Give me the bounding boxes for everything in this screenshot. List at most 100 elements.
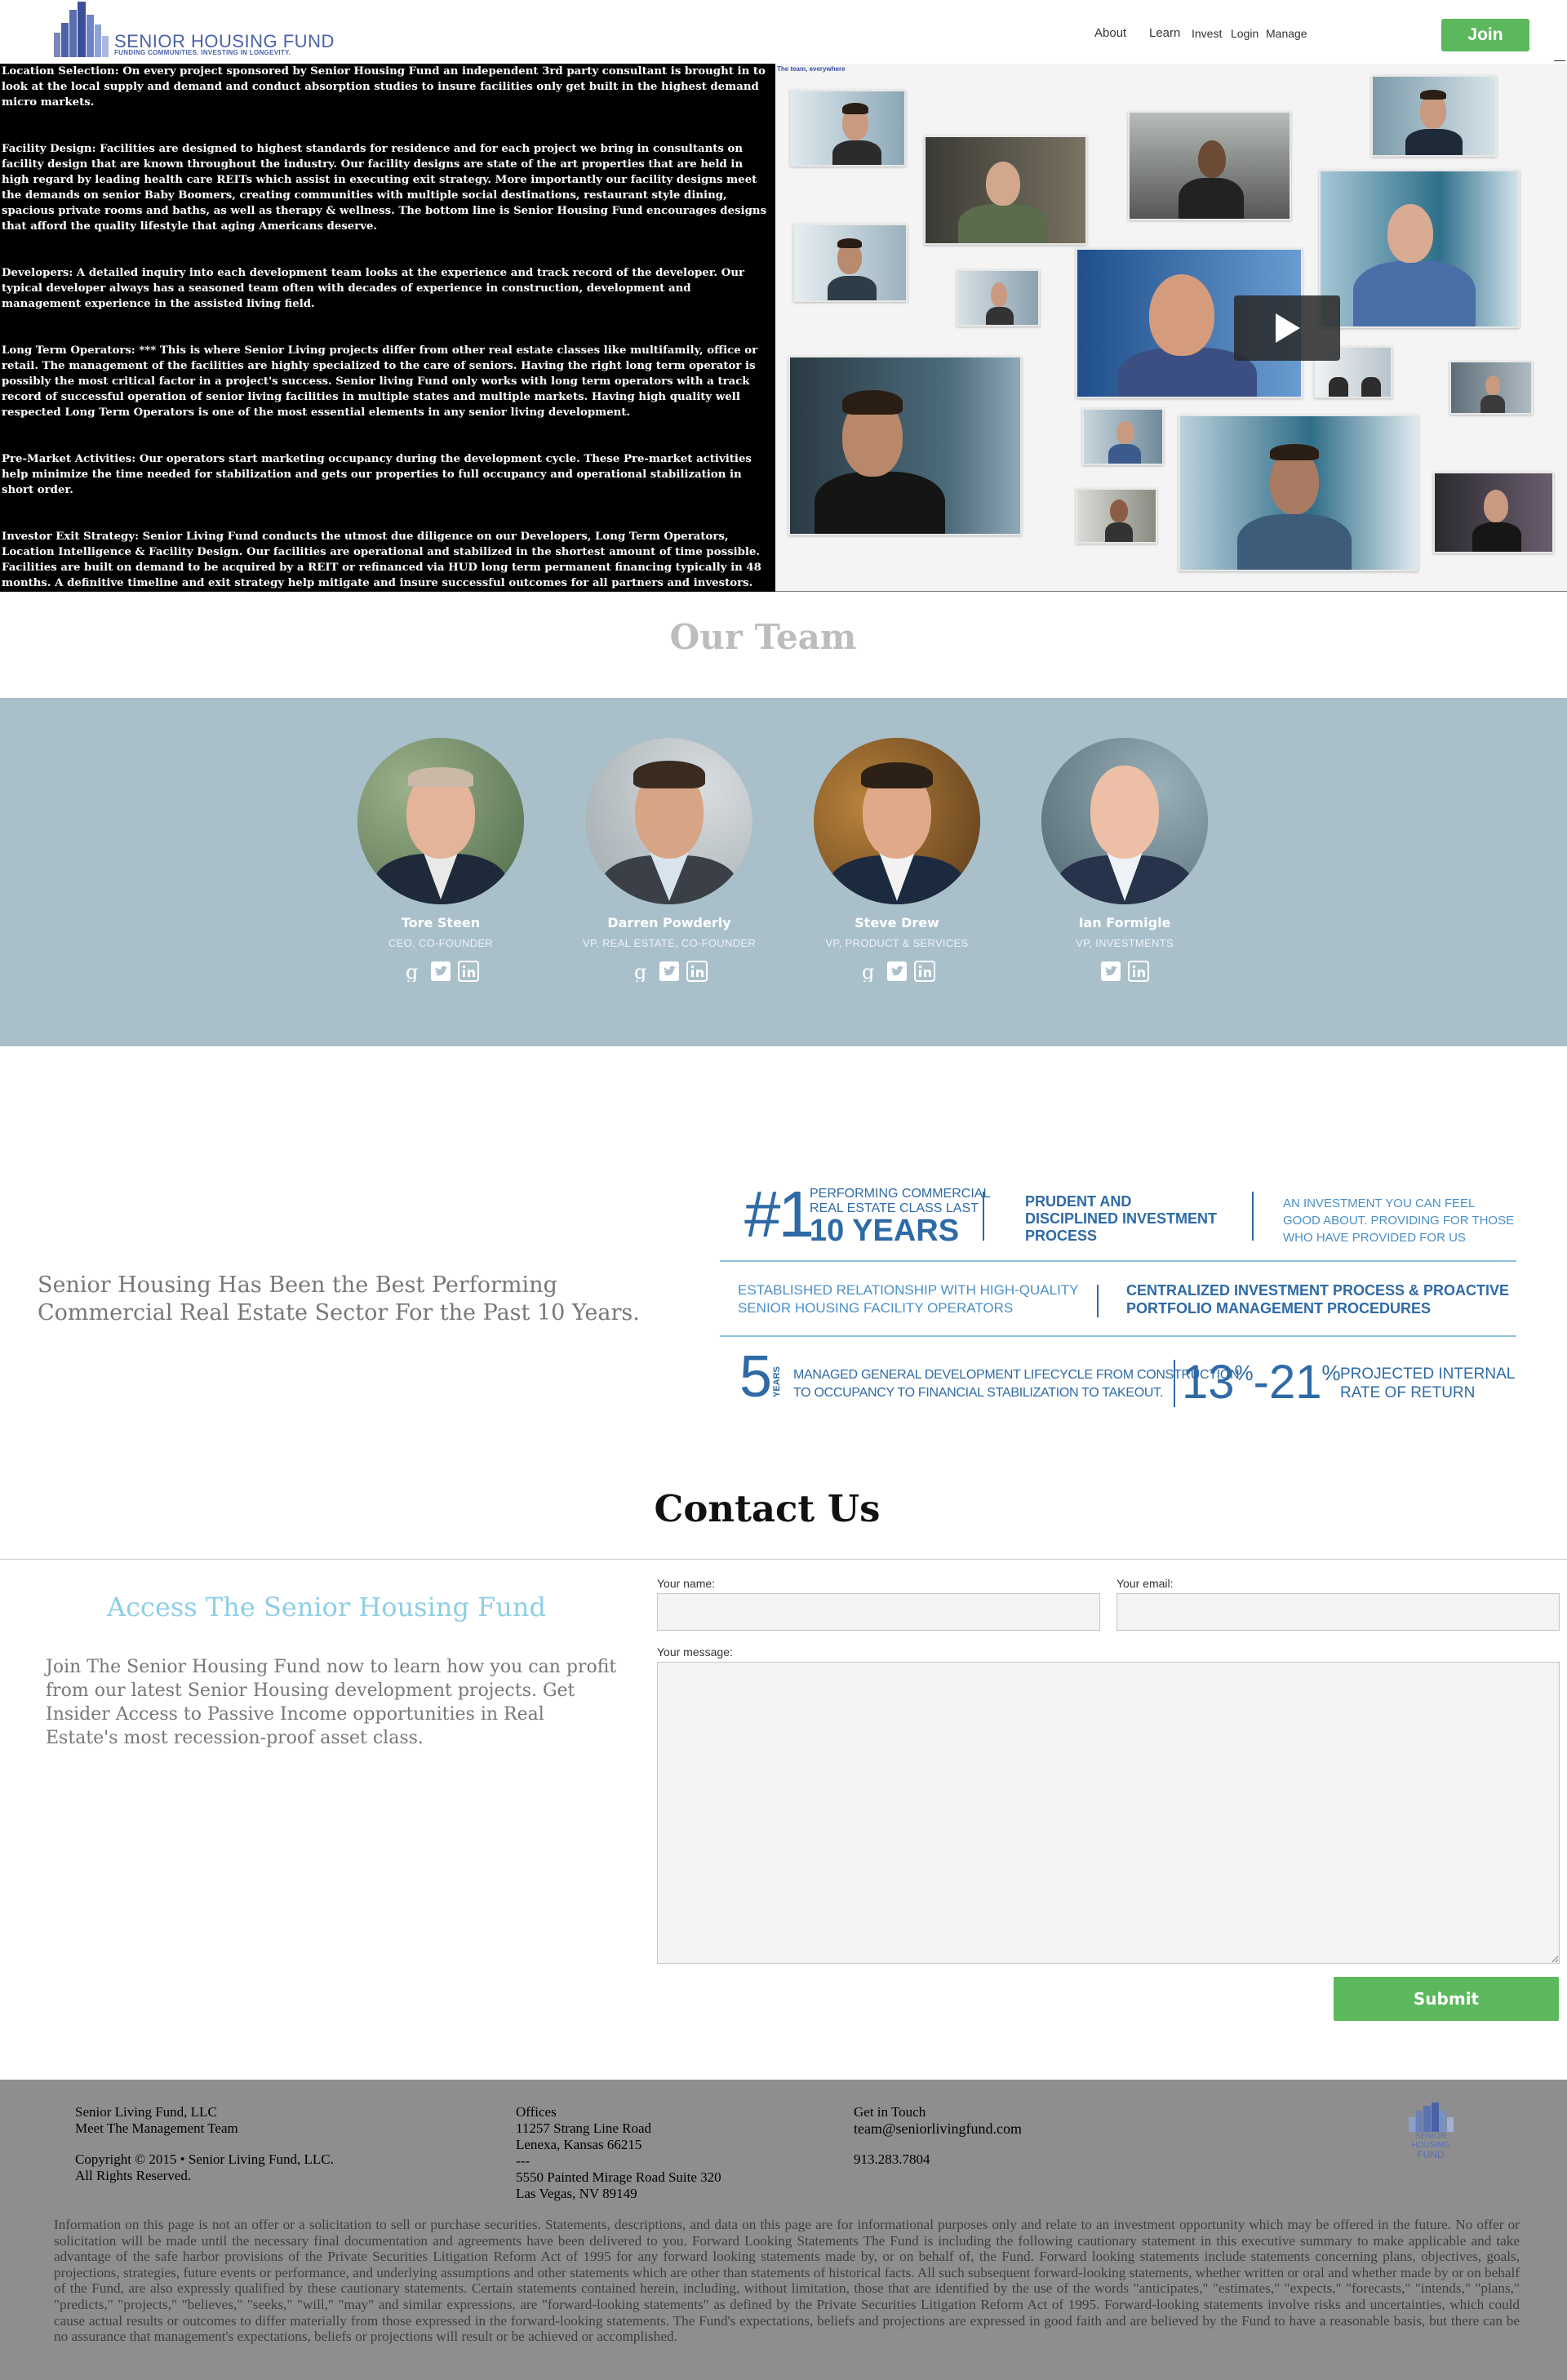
video-thumbnail: [924, 135, 1087, 245]
twitter-icon[interactable]: [886, 961, 908, 982]
lifecycle-line-2: TO OCCUPANCY TO FINANCIAL STABILIZATION …: [793, 1386, 1163, 1400]
video-thumbnail: [1433, 472, 1554, 553]
stat-divider: [1097, 1285, 1099, 1317]
member-socials: g: [563, 961, 775, 985]
footer-office-separator: ---: [516, 2153, 530, 2169]
rank-line-1: PERFORMING COMMERCIAL: [810, 1187, 991, 1201]
video-thumbnail: [793, 224, 908, 302]
info-location: Location Selection: On every project spo…: [2, 65, 766, 109]
nav-learn[interactable]: Learn: [1149, 26, 1180, 40]
feel-good-line-3: WHO HAVE PROVIDED FOR US: [1283, 1231, 1466, 1245]
google-icon[interactable]: g: [631, 961, 652, 982]
info-developers: Developers: A detailed inquiry into each…: [2, 267, 745, 310]
name-label: Your name:: [657, 1577, 716, 1590]
info-panel: Location Selection: On every project spo…: [0, 64, 775, 592]
message-label: Your message:: [657, 1645, 733, 1658]
team-title: Our Team: [669, 617, 857, 657]
irr-label-2: RATE OF RETURN: [1340, 1384, 1476, 1401]
svg-text:g: g: [862, 961, 874, 982]
play-icon: [1276, 313, 1300, 343]
access-body: Join The Senior Housing Fund now to lear…: [46, 1657, 617, 1748]
irr-pct: %: [1321, 1361, 1341, 1385]
linkedin-icon[interactable]: [458, 961, 479, 982]
prudent-line-2: DISCIPLINED INVESTMENT: [1025, 1210, 1218, 1227]
nav-manage[interactable]: Manage: [1266, 27, 1307, 40]
irr-label-1: PROJECTED INTERNAL: [1340, 1365, 1516, 1383]
google-icon[interactable]: g: [402, 961, 424, 982]
stat-divider: [1174, 1360, 1175, 1407]
five-years-label: YEARS: [772, 1366, 782, 1397]
name-field[interactable]: [657, 1593, 1100, 1631]
svg-text:g: g: [406, 961, 418, 982]
rank-number: #1: [744, 1178, 815, 1250]
video-player[interactable]: The team, everywhere: [775, 64, 1567, 592]
avatar: [1041, 738, 1208, 904]
message-field[interactable]: [657, 1662, 1560, 1964]
footer-email[interactable]: team@seniorlivingfund.com: [854, 2120, 1022, 2137]
centralized-line-1: CENTRALIZED INVESTMENT PROCESS & PROACTI…: [1126, 1282, 1510, 1299]
rank-years: 10 YEARS: [810, 1214, 960, 1248]
info-operators: Long Term Operators: *** This is where S…: [2, 344, 758, 419]
nav-about[interactable]: About: [1094, 26, 1126, 40]
video-thumbnail: [1319, 170, 1520, 328]
footer-logo[interactable]: SENIOR HOUSING FUND: [1401, 2102, 1461, 2161]
header-dash: [1554, 60, 1565, 61]
email-field[interactable]: [1116, 1593, 1560, 1631]
video-thumbnail: [1076, 488, 1157, 544]
lifecycle-line-1: MANAGED GENERAL DEVELOPMENT LIFECYCLE FR…: [793, 1368, 1240, 1382]
logo[interactable]: SENIOR HOUSING FUND FUNDING COMMUNITIES.…: [51, 0, 334, 62]
footer-team-link[interactable]: Meet The Management Team: [75, 2120, 238, 2137]
member-role: VP, INVESTMENTS: [1076, 937, 1174, 949]
footer-office2-line2: Las Vegas, NV 89149: [516, 2186, 637, 2201]
stats-headline: Senior Housing Has Been the Best Perform…: [38, 1272, 640, 1325]
footer-disclaimer: Information on this page is not an offer…: [54, 2217, 1520, 2345]
footer-logo-line-1: SENIOR: [1414, 2132, 1447, 2141]
section-divider: [775, 591, 1567, 592]
video-thumbnail: [1371, 75, 1497, 157]
video-thumbnail: [790, 90, 906, 167]
member-name: Steve Drew: [855, 915, 939, 930]
video-thumbnail: [788, 356, 1022, 535]
logo-tagline: FUNDING COMMUNITIES. INVESTING IN LONGEV…: [114, 49, 291, 56]
google-icon[interactable]: g: [859, 961, 880, 982]
irr-high: 21: [1268, 1356, 1322, 1409]
footer-logo-line-3: FUND: [1417, 2149, 1445, 2160]
member-role: VP, REAL ESTATE, CO-FOUNDER: [582, 937, 757, 949]
stat-rule: [720, 1335, 1516, 1337]
five-years-number: 5: [739, 1344, 773, 1410]
join-button[interactable]: Join: [1441, 19, 1529, 51]
centralized-line-2: PORTFOLIO MANAGEMENT PROCEDURES: [1126, 1300, 1432, 1317]
logo-buildings-icon: [54, 2, 109, 57]
member-name: Tore Steen: [401, 915, 481, 930]
footer-logo-buildings-icon: [1409, 2102, 1454, 2132]
submit-button[interactable]: Submit: [1334, 1977, 1559, 2021]
relationship-line-1: ESTABLISHED RELATIONSHIP WITH HIGH-QUALI…: [738, 1282, 1079, 1298]
nav-login[interactable]: Login: [1231, 27, 1258, 40]
linkedin-icon[interactable]: [914, 961, 935, 982]
info-exit-strategy: Investor Exit Strategy: Senior Living Fu…: [2, 531, 761, 589]
footer-phone[interactable]: 913.283.7804: [854, 2151, 930, 2168]
member-role: VP, PRODUCT & SERVICES: [825, 937, 969, 949]
footer-office1-line2: Lenexa, Kansas 66215: [516, 2137, 642, 2152]
nav-invest[interactable]: Invest: [1192, 27, 1222, 40]
linkedin-icon[interactable]: [686, 961, 708, 982]
relationship-line-2: SENIOR HOUSING FACILITY OPERATORS: [738, 1300, 1014, 1316]
footer-rights: All Rights Reserved.: [75, 2168, 192, 2183]
play-button[interactable]: [1234, 295, 1340, 361]
avatar: [814, 738, 980, 904]
twitter-icon[interactable]: [659, 961, 680, 982]
footer-touch-title: Get in Touch: [854, 2104, 926, 2120]
twitter-icon[interactable]: [430, 961, 451, 982]
twitter-icon[interactable]: [1100, 961, 1121, 982]
member-role: CEO, CO-FOUNDER: [388, 937, 493, 949]
linkedin-icon[interactable]: [1128, 961, 1149, 982]
footer-office2-line1: 5550 Painted Mirage Road Suite 320: [516, 2169, 721, 2185]
member-socials: g: [791, 961, 1003, 985]
video-thumbnail: [1449, 361, 1533, 415]
site-header: SENIOR HOUSING FUND FUNDING COMMUNITIES.…: [0, 0, 1567, 64]
access-title: Access The Senior Housing Fund: [106, 1592, 546, 1623]
irr-range: 13%-21%: [1182, 1357, 1341, 1409]
irr-pct: %: [1234, 1361, 1254, 1385]
member-name: Darren Powderly: [607, 915, 731, 930]
feel-good-line-2: GOOD ABOUT. PROVIDING FOR THOSE: [1283, 1214, 1515, 1228]
